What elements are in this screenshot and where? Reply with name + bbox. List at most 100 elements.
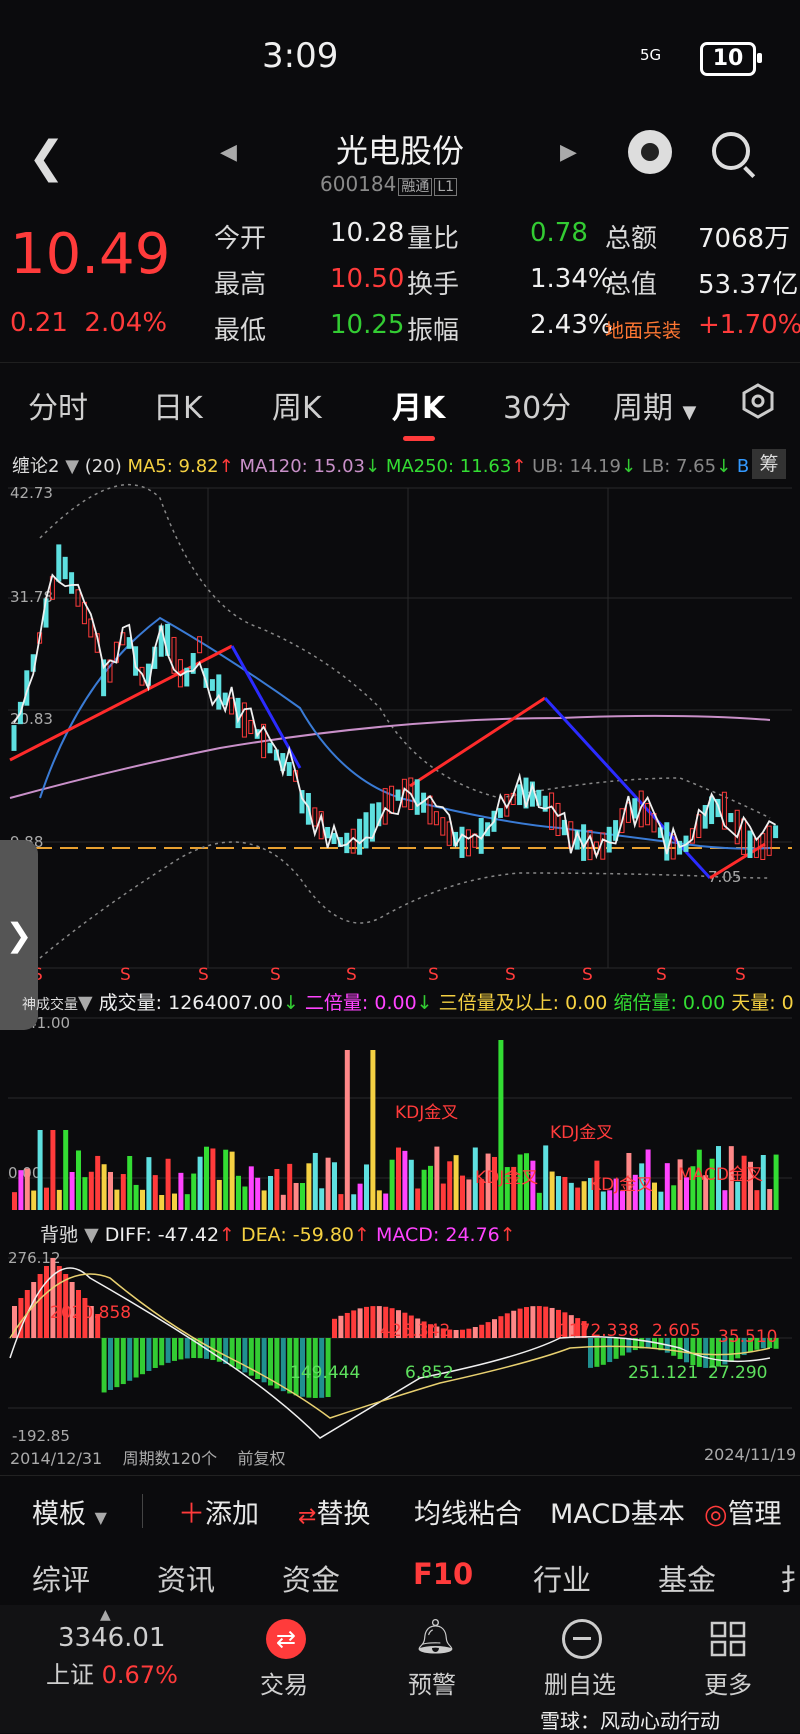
volume-bar [255,1177,261,1210]
quote-label: 地面兵装 [605,320,682,342]
tab-30min[interactable]: 30分 [503,383,571,427]
minus-circle-icon[interactable] [562,1619,602,1659]
quote-label: 换手 [407,270,460,300]
volume-bar [216,1179,222,1210]
trade-label[interactable]: 交易 [260,1665,308,1700]
macd-bar [56,1266,62,1338]
candle [382,788,388,825]
trade-icon[interactable]: ⇄ [266,1619,306,1659]
tab-fund[interactable]: 基金 [658,1557,716,1599]
volume-legend[interactable]: 神成交量▼ 成交量: 1264007.00↓ 二倍量: 0.00↓ 三倍量及以上… [22,988,794,1015]
macd-bar [172,1338,177,1361]
back-icon[interactable]: ❮ [28,132,65,183]
volume-bar [767,1189,773,1210]
candle [197,636,203,654]
tab-day-k[interactable]: 日K [153,383,203,427]
signal-icon: 5G [640,46,662,64]
volume-bar [312,1152,318,1210]
template-dropdown[interactable]: 模板 ▼ [32,1492,107,1531]
macd-bar [357,1308,363,1338]
candle [216,674,222,710]
watermark: 雪球：风动心动行动 [540,1709,720,1733]
tab-fenshi[interactable]: 分时 [28,383,88,427]
candle [497,808,503,818]
volume-bar [568,1182,574,1210]
macd-bar [466,1328,472,1338]
tab-period-dropdown[interactable]: 周期 ▼ [613,383,696,427]
macd-bar [543,1306,549,1338]
search-icon[interactable] [712,132,750,170]
macd-bar [530,1306,536,1338]
add-button[interactable]: ＋添加 [178,1492,259,1531]
sell-mark: S [505,965,516,985]
grid-icon[interactable] [710,1621,746,1657]
volume-bar [82,1177,88,1210]
tab-funds[interactable]: 资金 [282,1557,340,1599]
index-value[interactable]: 3346.01 [58,1623,166,1653]
manage-button[interactable]: ◎管理 [704,1492,782,1531]
volume-bar [165,1158,171,1210]
macd-value-label: 425.342 [380,1321,450,1341]
candle [600,832,606,860]
sell-mark: S [270,965,281,985]
price-change: 0.21 2.04% [10,308,168,338]
quote-value: 1.34% [530,264,613,294]
volume-bar [575,1187,581,1210]
macd-basic-button[interactable]: MACD基本 [550,1492,685,1531]
tab-overview[interactable]: 综评 [32,1557,90,1599]
charts-area[interactable]: 42.73 31.78 20.83 9.88 7.05 SSSSSSSSSS 7… [0,478,800,1478]
candle [414,779,420,815]
tab-more-cut[interactable]: 扌 [780,1557,800,1599]
volume-bar [274,1169,280,1210]
candle [517,784,523,806]
volume-bar [447,1161,453,1210]
volume-bar [229,1151,235,1210]
tab-industry[interactable]: 行业 [533,1557,591,1599]
tab-week-k[interactable]: 周K [272,383,322,427]
period-tabs: 分时 日K 周K 月K 30分 周期 ▼ [0,362,800,443]
ma-converge-button[interactable]: 均线粘合 [414,1492,522,1531]
candle [325,826,331,839]
volume-bar [178,1172,184,1210]
macd-bar [613,1338,619,1359]
volume-bar [31,1190,37,1210]
replace-button[interactable]: ⇄替换 [298,1492,370,1531]
candle [389,785,395,814]
kline-legend[interactable]: 缠论2 ▼ (20) MA5: 9.82↑ MA120: 15.03↓ MA25… [12,452,749,478]
macd-bar [178,1338,184,1360]
prev-stock-icon[interactable]: ◀ [220,140,237,165]
quote-label: 最高 [214,270,267,300]
signal-mark: KDJ金叉 [395,1103,458,1123]
next-stock-icon[interactable]: ▶ [560,140,577,165]
volume-bar [383,1193,389,1210]
volume-bar [223,1149,229,1210]
quote-label: 今开 [214,224,267,254]
volume-bar [37,1130,43,1210]
macd-bar [364,1306,369,1338]
more-label[interactable]: 更多 [704,1665,752,1700]
macd-bar [120,1338,126,1385]
volume-bar [127,1155,133,1210]
tab-f10[interactable]: F10 [413,1557,473,1591]
bell-icon[interactable]: 🔔︎ [414,1617,457,1657]
candle [286,762,292,776]
settings-hex-icon[interactable] [740,383,776,423]
remove-watch-label[interactable]: 删自选 [544,1665,616,1700]
chip-button[interactable]: 筹 [752,449,786,479]
volume-bar [184,1194,190,1210]
volume-bar [44,1187,49,1210]
signal-mark: KDJ金叉 [550,1123,613,1143]
tab-month-k[interactable]: 月K [392,383,445,441]
macd-value-label: 6.852 [405,1363,454,1383]
alert-label[interactable]: 预警 [408,1665,456,1700]
tab-news[interactable]: 资讯 [157,1557,215,1599]
macd-bar [351,1310,357,1338]
macd-axis-bottom: -192.85 [12,1427,70,1445]
index-change[interactable]: 上证 0.67% [46,1655,178,1690]
sell-mark: S [198,965,209,985]
robot-icon[interactable] [628,130,672,174]
info-tabs: 综评 资讯 资金 F10 行业 基金 扌 [0,1545,800,1605]
volume-bar [306,1163,312,1210]
macd-legend[interactable]: 背驰 ▼ DIFF: -47.42↑ DEA: -59.80↑ MACD: 24… [40,1220,516,1247]
sell-mark: S [656,965,667,985]
